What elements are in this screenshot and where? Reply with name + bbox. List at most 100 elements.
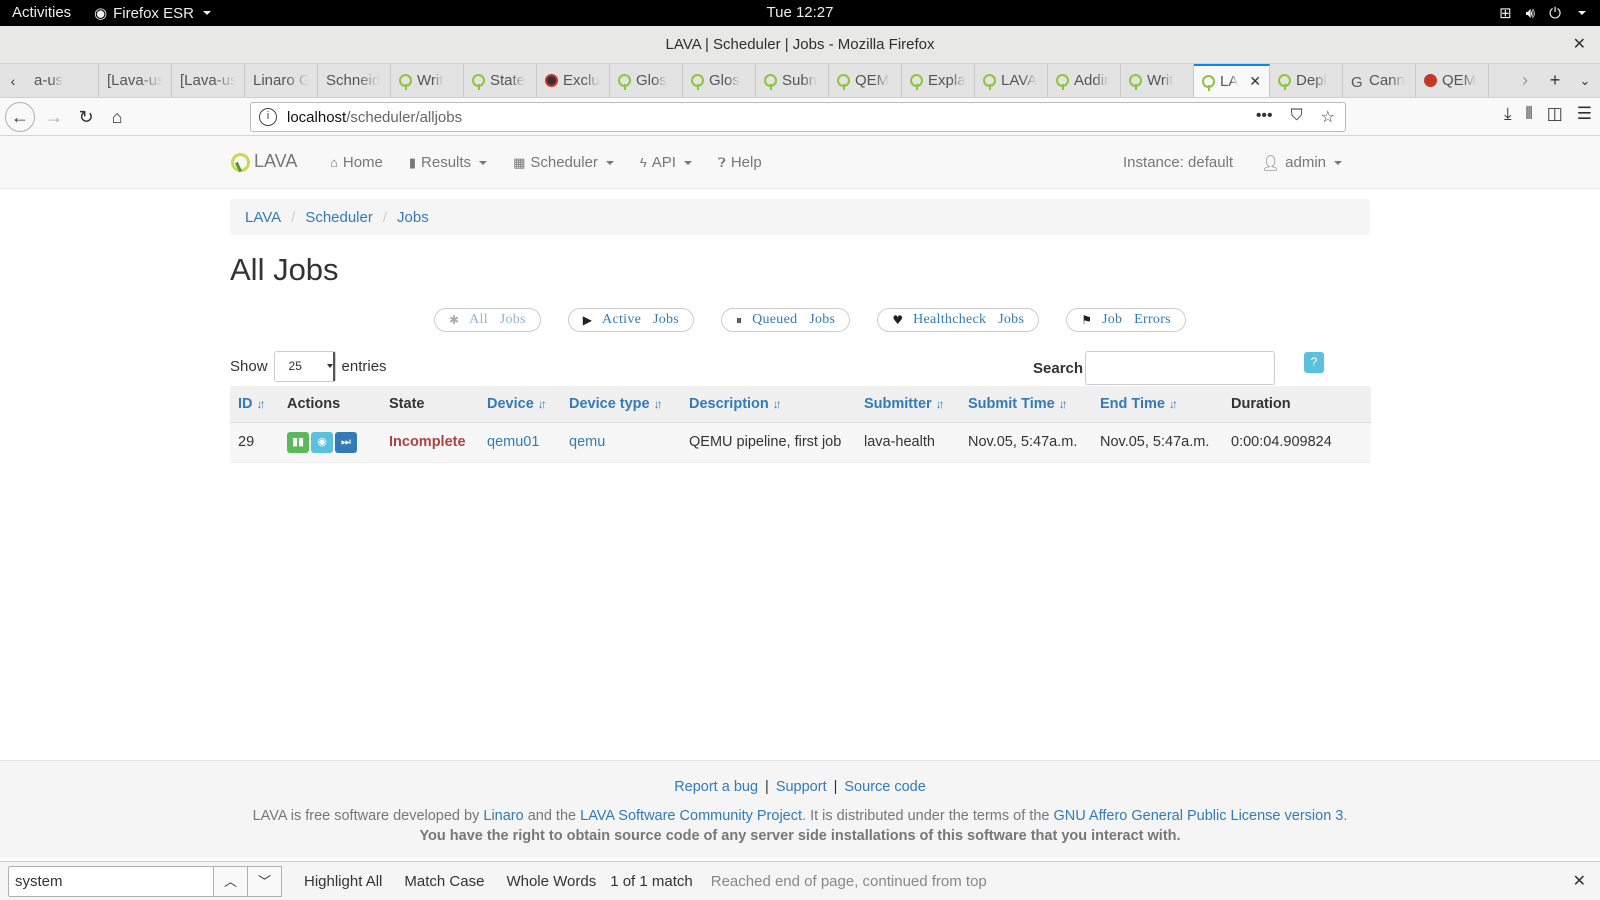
browser-tab[interactable]: Exclu [537,64,610,97]
column-header-id[interactable]: ID ↓↑ [230,386,279,423]
source-code-link[interactable]: Source code [844,779,925,795]
footer-text: LAVA is free software developed by [252,808,484,824]
home-icon[interactable]: ⌂ [103,103,131,131]
nav-results[interactable]: ▮ Results [409,154,488,171]
browser-tab[interactable]: State [464,64,537,97]
list-all-tabs-icon[interactable]: ⌄ [1570,73,1600,89]
volume-icon: 🔊︎ [1525,4,1536,22]
downloads-icon[interactable]: ⤓ [1504,104,1512,124]
support-link[interactable]: Support [776,779,827,795]
column-header-submit-time[interactable]: Submit Time ↓↑ [960,386,1092,423]
column-header-device[interactable]: Device ↓↑ [479,386,561,423]
activities-button[interactable]: Activities [12,4,71,21]
browser-tab[interactable]: G Cann [1343,64,1416,97]
view-icon[interactable]: ◉ [311,431,333,453]
browser-tab[interactable]: LA ✕ [1194,64,1270,97]
column-header-device-type[interactable]: Device type ↓↑ [561,386,681,423]
nav-label: Results [421,154,472,171]
browser-tab[interactable]: Addir [1048,64,1121,97]
browser-tab[interactable]: Writ [1121,64,1194,97]
nav-scheduler[interactable]: ▦ Scheduler [513,154,614,171]
search-input[interactable] [1085,351,1275,385]
asterisk-icon: ✱ [449,313,460,327]
browser-tab[interactable]: Glos [683,64,756,97]
find-previous-icon[interactable]: ︿ [214,865,248,897]
url-bar[interactable]: i localhost/scheduler/alljobs ••• ⛉ ☆ [250,102,1346,132]
sidebar-icon[interactable]: ◫ [1547,104,1563,124]
browser-tab[interactable]: Subn [756,64,829,97]
browser-tab[interactable]: a-us [26,64,99,97]
filter-job-errors[interactable]: ⚑ Job Errors [1066,308,1186,332]
reload-icon[interactable]: ↻ [72,103,100,131]
nav-home[interactable]: ⌂ Home [330,154,383,171]
page-size-select[interactable]: 25 [273,351,336,382]
forward-icon[interactable]: → [40,103,68,131]
brand-link[interactable]: LAVA [231,151,297,172]
lava-project-link[interactable]: LAVA Software Community Project [580,808,802,824]
system-tray[interactable]: ⊞ 🔊︎ ⏻ [1499,4,1586,22]
breadcrumb-scheduler[interactable]: Scheduler [305,209,373,226]
whole-words-toggle[interactable]: Whole Words [506,873,596,890]
browser-tab[interactable]: QEM [1416,64,1489,97]
results-icon[interactable]: ▮▮ [287,431,309,453]
heart-icon: ♥ [892,313,904,327]
browser-tab[interactable]: LAVA [975,64,1048,97]
find-input[interactable]: system [8,865,214,897]
report-bug-link[interactable]: Report a bug [674,779,758,795]
page-actions-icon[interactable]: ••• [1256,107,1273,127]
column-header-description[interactable]: Description ↓↑ [681,386,856,423]
browser-tab[interactable]: Expla [902,64,975,97]
linaro-link[interactable]: Linaro [483,808,523,824]
back-icon[interactable]: ← [5,102,35,132]
nav-help[interactable]: ❓︎ Help [718,154,762,171]
filter-queued-jobs[interactable]: ⏸ Queued Jobs [721,308,851,332]
browser-tab[interactable]: Writ [391,64,464,97]
hamburger-menu-icon[interactable]: ☰ [1577,104,1592,124]
match-case-toggle[interactable]: Match Case [404,873,484,890]
brand-label: LAVA [254,151,298,171]
highlight-all-toggle[interactable]: Highlight All [304,873,382,890]
lava-favicon-icon [983,74,996,90]
user-name: admin [1285,154,1326,171]
tab-label: a-us [34,72,64,89]
fast-forward-icon[interactable]: ⏭ [335,431,357,453]
breadcrumb-jobs[interactable]: Jobs [397,209,429,226]
filter-active-jobs[interactable]: ▶ Active Jobs [567,308,695,332]
breadcrumb-separator: / [291,208,296,226]
app-menu[interactable]: ◉ Firefox ESR [94,4,211,22]
column-label: Description [689,395,769,412]
browser-tab[interactable]: [Lava-us [99,64,172,97]
scroll-tabs-left-icon[interactable]: ‹ [0,64,26,97]
browser-tab[interactable]: Depl [1270,64,1343,97]
library-icon[interactable]: ⫴ [1526,104,1533,124]
site-info-icon[interactable]: i [259,108,277,126]
user-menu[interactable]: 👤︎ admin [1261,154,1342,172]
browser-tab[interactable]: QEM [829,64,902,97]
filter-all-jobs[interactable]: ✱ All Jobs [434,308,541,332]
lava-favicon-icon [1202,75,1215,91]
browser-tab[interactable]: Linaro G [245,64,318,97]
column-header-end-time[interactable]: End Time ↓↑ [1092,386,1223,423]
license-link[interactable]: GNU Affero General Public License versio… [1053,808,1343,824]
filter-healthcheck-jobs[interactable]: ♥ Healthcheck Jobs [877,308,1040,332]
tab-label: Schneid [326,72,381,89]
browser-tab[interactable]: [Lava-us [172,64,245,97]
close-window-icon[interactable]: ✕ [1573,26,1586,64]
column-header-submitter[interactable]: Submitter ↓↑ [856,386,960,423]
table-help-button[interactable]: ? [1304,352,1324,373]
close-tab-icon[interactable]: ✕ [1249,73,1261,90]
pocket-icon[interactable]: ⛉ [1291,107,1303,127]
close-find-bar-icon[interactable]: ✕ [1573,871,1586,891]
scroll-tabs-right-icon[interactable]: › [1510,70,1540,91]
tab-actions: › + ⌄ [1510,64,1600,97]
browser-tab[interactable]: Glos [610,64,683,97]
breadcrumb-lava[interactable]: LAVA [245,209,281,226]
browser-tab[interactable]: Schneid [318,64,391,97]
bookmark-star-icon[interactable]: ☆ [1321,107,1335,127]
new-tab-icon[interactable]: + [1540,70,1570,91]
sort-icon: ↓↑ [935,396,945,411]
device-type-link[interactable]: qemu [569,434,605,450]
device-link[interactable]: qemu01 [487,434,539,450]
nav-api[interactable]: ϟ API [640,154,692,171]
find-next-icon[interactable]: ﹀ [248,865,282,897]
